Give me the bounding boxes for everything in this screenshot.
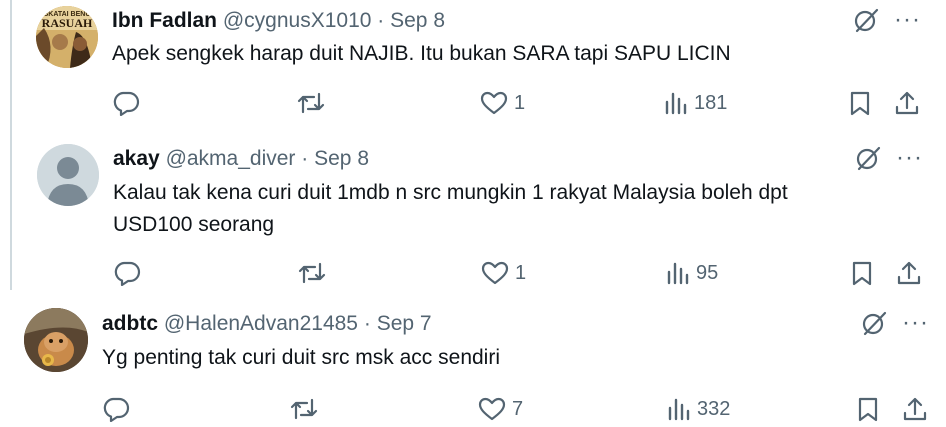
avatar-image [24,308,88,372]
reply-icon [114,261,141,286]
avatar[interactable] [37,144,99,206]
heart-icon [478,397,506,421]
views-icon [665,92,687,115]
heart-icon [480,91,508,115]
display-name[interactable]: adbtc [102,312,158,335]
tweet-text: Apek sengkek harap duit NAJIB. Itu bukan… [112,42,731,65]
display-name[interactable]: Ibn Fadlan [112,9,217,32]
bookmark-icon [852,261,872,286]
like-count: 7 [512,397,524,420]
display-name[interactable]: akay [113,147,160,170]
views-icon [668,398,690,421]
views-button[interactable]: 181 [664,90,727,116]
reply-button[interactable] [112,90,140,116]
tweet-text-line: Kalau tak kena curi duit 1mdb n src mung… [113,181,788,204]
user-handle[interactable]: @cygnusX1010 [223,9,372,32]
tweet-header: adbtc @HalenAdvan21485 · Sep 7 [102,311,432,337]
share-icon [903,397,927,421]
views-icon [667,262,689,285]
more-icon[interactable]: ··· [896,146,923,170]
repost-icon [298,262,326,284]
views-button[interactable]: 332 [667,396,730,422]
tweet-text-line: USD100 seorang [113,213,275,236]
tweet-1[interactable]: SKATAI BENU RASUAH Ibn Fadlan @cygnusX10… [0,0,946,118]
like-button[interactable]: 1 [481,260,526,286]
tweet-date[interactable]: Sep 7 [377,312,432,335]
like-count: 1 [514,91,526,114]
user-handle[interactable]: @akma_diver [166,147,296,170]
more-icon[interactable]: ··· [902,311,929,335]
avatar[interactable] [24,308,88,372]
reply-icon [103,397,130,422]
separator: · [377,9,385,32]
tweet-date[interactable]: Sep 8 [390,9,445,32]
bookmark-button[interactable] [850,260,874,286]
bookmark-icon [858,397,878,422]
default-avatar-icon [37,144,99,206]
bookmark-button[interactable] [848,90,872,116]
avatar-text-2: RASUAH [42,16,93,30]
more-icon[interactable]: ··· [894,8,921,32]
share-button[interactable] [896,260,922,286]
repost-button[interactable] [296,90,326,116]
share-button[interactable] [894,90,920,116]
tweet-3[interactable]: adbtc @HalenAdvan21485 · Sep 7 ··· Yg pe… [0,300,946,427]
heart-icon [481,261,509,285]
separator: · [363,312,371,335]
view-count: 332 [697,397,731,420]
repost-icon [290,398,318,420]
share-icon [897,261,921,285]
grok-icon[interactable] [854,144,882,172]
view-count: 95 [696,261,719,284]
views-button[interactable]: 95 [666,260,718,286]
share-button[interactable] [902,396,928,422]
tweet-date[interactable]: Sep 8 [314,147,369,170]
user-handle[interactable]: @HalenAdvan21485 [164,312,358,335]
avatar[interactable]: SKATAI BENU RASUAH [36,6,98,68]
repost-button[interactable] [297,260,327,286]
reply-icon [113,91,140,116]
reply-button[interactable] [102,396,130,422]
repost-button[interactable] [289,396,319,422]
tweet-header: akay @akma_diver · Sep 8 [113,146,369,172]
repost-icon [297,92,325,114]
separator: · [301,147,309,170]
avatar-image: SKATAI BENU RASUAH [36,6,98,68]
view-count: 181 [694,91,728,114]
bookmark-button[interactable] [856,396,880,422]
grok-icon[interactable] [860,309,888,337]
tweet-header: Ibn Fadlan @cygnusX1010 · Sep 8 [112,8,445,34]
grok-icon[interactable] [852,6,880,34]
share-icon [895,91,919,115]
reply-button[interactable] [113,260,141,286]
tweet-text: Kalau tak kena curi duit 1mdb n src mung… [113,177,788,241]
like-count: 1 [515,261,527,284]
bookmark-icon [850,91,870,116]
like-button[interactable]: 1 [480,90,525,116]
tweet-2[interactable]: akay @akma_diver · Sep 8 ··· Kalau tak k… [0,140,946,290]
tweet-text: Yg penting tak curi duit src msk acc sen… [102,346,500,369]
like-button[interactable]: 7 [478,396,523,422]
